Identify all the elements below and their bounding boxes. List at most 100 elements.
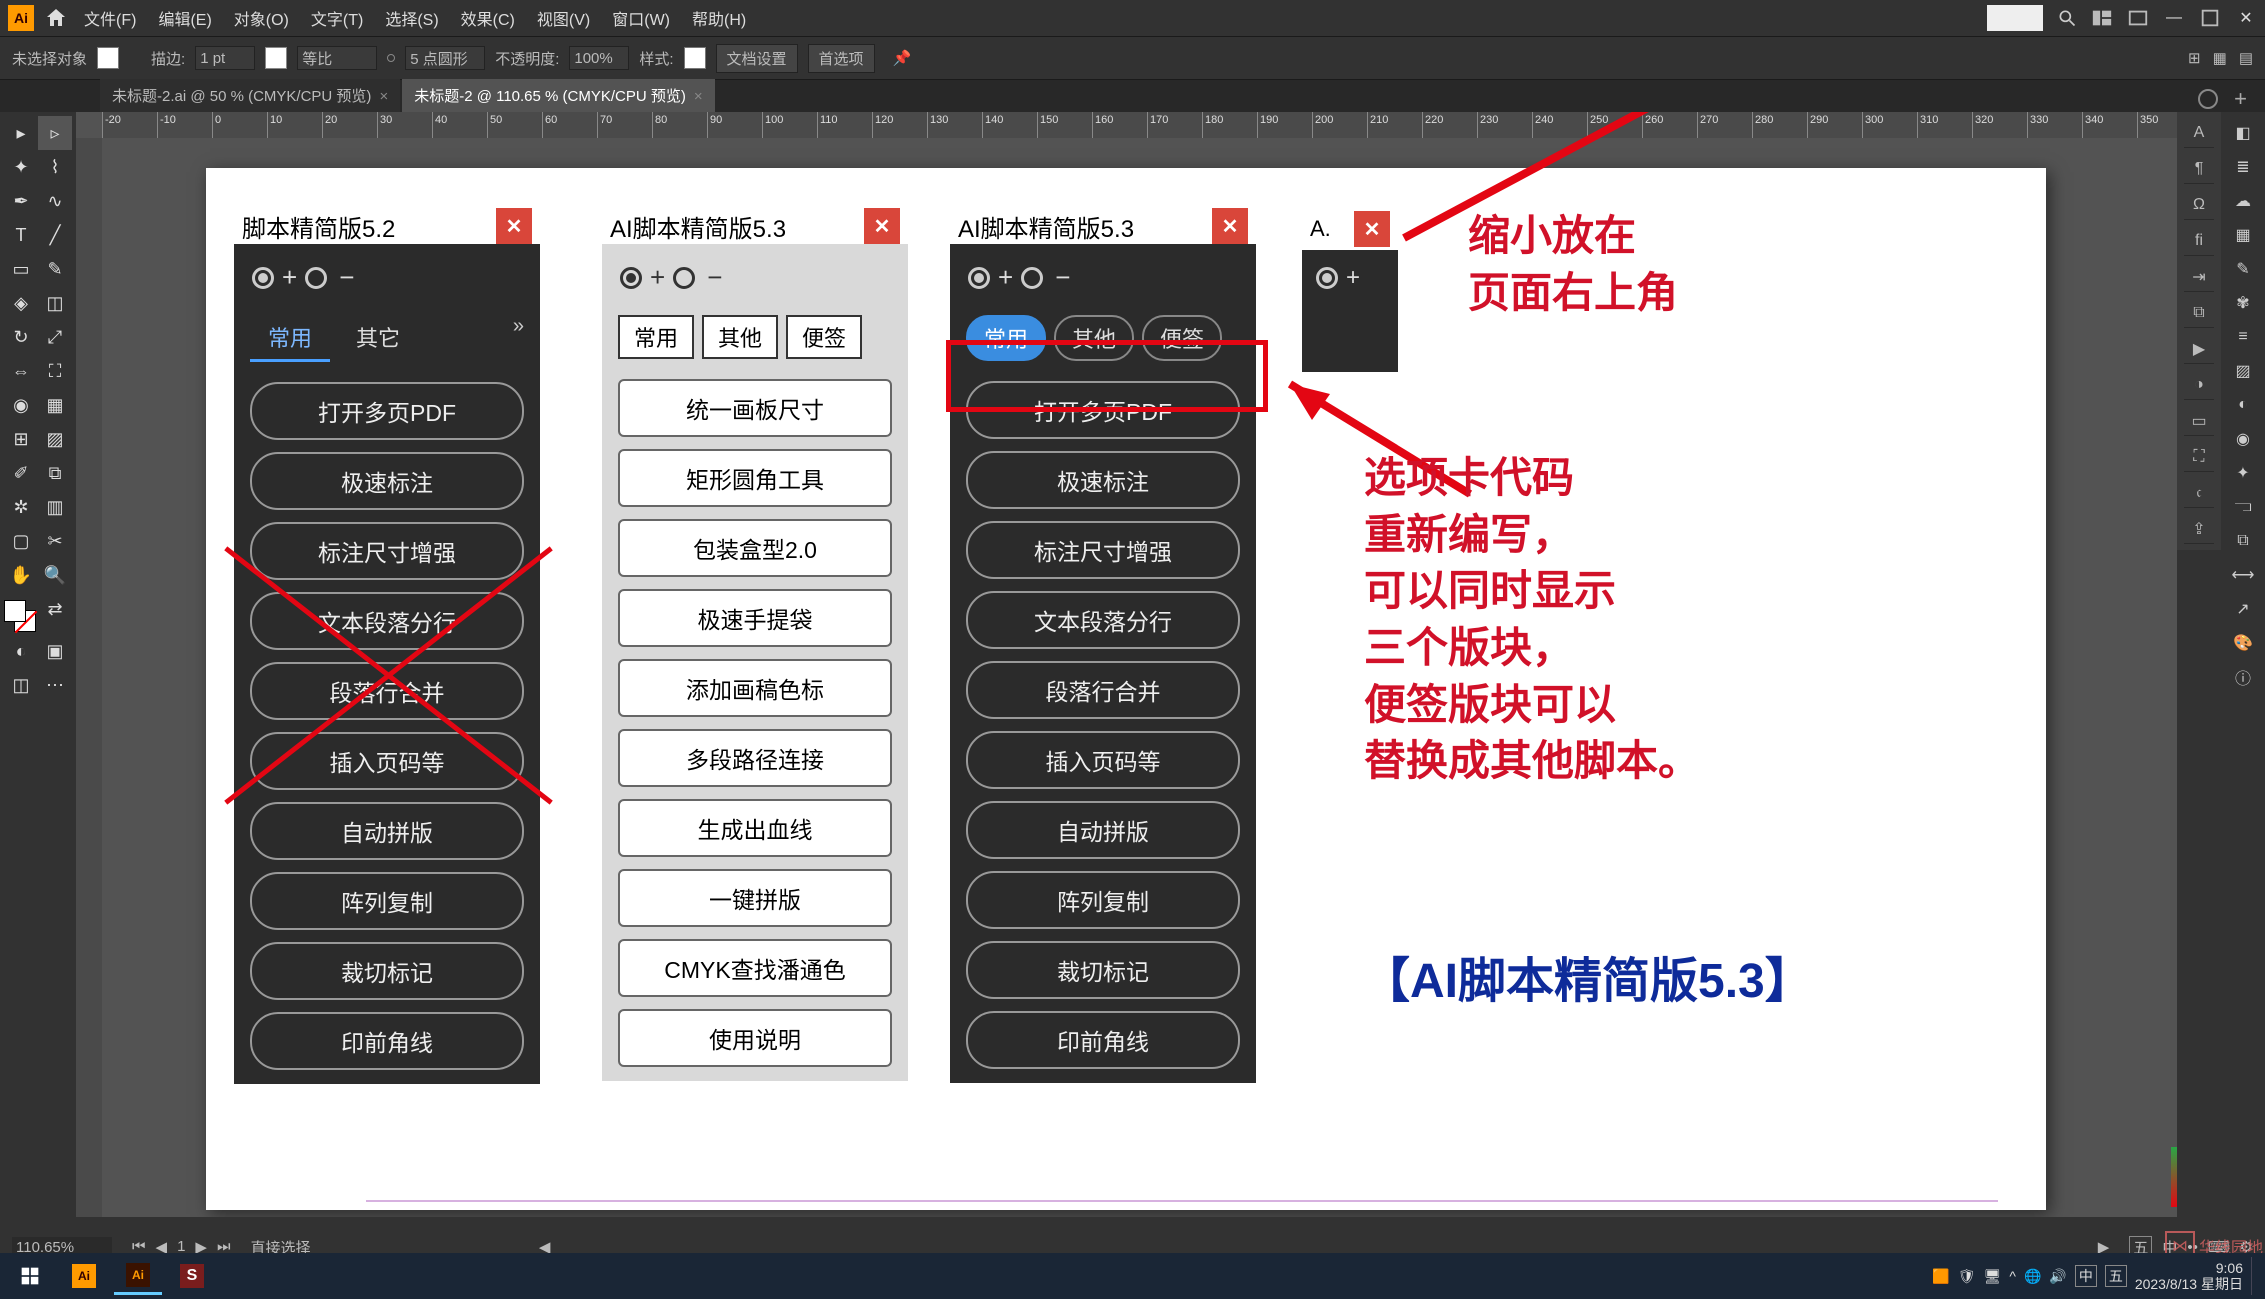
menu-file[interactable]: 文件(F) <box>78 6 142 30</box>
script-button[interactable]: 插入页码等 <box>966 731 1240 789</box>
mesh-tool[interactable]: ⊞ <box>4 422 38 456</box>
script-button[interactable]: 段落行合并 <box>966 661 1240 719</box>
style-swatch[interactable] <box>684 47 706 69</box>
tab-common[interactable]: 常用 <box>250 315 330 362</box>
swap-icon[interactable]: ⇄ <box>38 592 72 626</box>
export-icon[interactable]: ⇪ <box>2184 514 2214 544</box>
script-button[interactable]: 生成出血线 <box>618 799 892 857</box>
tab-other[interactable]: 其他 <box>702 315 778 359</box>
tray-security-icon[interactable]: 🛡 <box>1958 1268 1976 1285</box>
workspace-icon[interactable] <box>2127 7 2149 29</box>
color-mode-icon[interactable]: ◐ <box>4 634 38 668</box>
width-tool[interactable]: ⇔ <box>4 354 38 388</box>
document-setup-button[interactable]: 文档设置 <box>716 44 798 73</box>
radio-on-icon[interactable] <box>620 267 642 289</box>
plus-icon[interactable]: + <box>998 262 1013 293</box>
grid-icon[interactable]: ▤ <box>2239 49 2253 67</box>
tab-close-icon[interactable]: × <box>379 88 388 105</box>
add-icon[interactable]: + <box>2234 86 2247 112</box>
symbols-icon[interactable]: ✾ <box>2228 288 2258 318</box>
properties-icon[interactable]: ◧ <box>2228 118 2258 148</box>
radio-off-icon[interactable] <box>673 267 695 289</box>
stroke-weight-dropdown[interactable]: 1 pt <box>195 46 255 70</box>
radio-on-icon[interactable] <box>252 267 274 289</box>
script-button[interactable]: 阵列复制 <box>250 872 524 930</box>
plus-icon[interactable]: + <box>1346 264 1360 292</box>
perspective-tool[interactable]: ▦ <box>38 388 72 422</box>
screen-mode-icon[interactable]: ▣ <box>38 634 72 668</box>
script-button[interactable]: 印前角线 <box>966 1011 1240 1069</box>
line-tool[interactable]: ╱ <box>38 218 72 252</box>
minus-icon[interactable]: − <box>339 262 354 293</box>
menu-object[interactable]: 对象(O) <box>228 6 295 30</box>
artboards-icon[interactable]: ▭ <box>2184 406 2214 436</box>
transform-icon[interactable]: ⟷ <box>2228 560 2258 590</box>
stroke-swatch[interactable] <box>265 47 287 69</box>
menu-view[interactable]: 视图(V) <box>531 6 596 30</box>
shaper-tool[interactable]: ◈ <box>4 286 38 320</box>
blend-tool[interactable]: ⧉ <box>38 456 72 490</box>
character-icon[interactable]: A <box>2184 118 2214 148</box>
script-button[interactable]: 自动拼版 <box>250 802 524 860</box>
tabs-panel-icon[interactable]: ⇥ <box>2184 262 2214 292</box>
maximize-button[interactable] <box>2199 7 2221 29</box>
plus-icon[interactable]: + <box>650 262 665 293</box>
radio-on-icon[interactable] <box>1316 267 1338 289</box>
draw-mode-icon[interactable]: ◫ <box>4 668 38 702</box>
swatches-icon[interactable]: ▦ <box>2228 220 2258 250</box>
minus-icon[interactable]: − <box>707 262 722 293</box>
tray-ime-2[interactable]: 五 <box>2105 1265 2127 1287</box>
snap-icon[interactable]: ⊞ <box>2188 49 2201 67</box>
selection-tool[interactable]: ▸ <box>4 116 38 150</box>
search-icon[interactable] <box>2057 8 2077 28</box>
document-tab[interactable]: 未标题-2.ai @ 50 % (CMYK/CPU 预览)× <box>100 79 400 112</box>
script-button[interactable]: 印前角线 <box>250 1012 524 1070</box>
script-button[interactable]: 添加画稿色标 <box>618 659 892 717</box>
document-tab[interactable]: 未标题-2 @ 110.65 % (CMYK/CPU 预览)× <box>402 79 714 112</box>
script-button[interactable]: 自动拼版 <box>966 801 1240 859</box>
links-icon[interactable]: ⧉ <box>2184 298 2214 328</box>
graph-tool[interactable]: ▥ <box>38 490 72 524</box>
libraries-icon[interactable]: ☁ <box>2228 186 2258 216</box>
script-button[interactable]: 多段路径连接 <box>618 729 892 787</box>
search-input[interactable] <box>1987 5 2043 31</box>
script-button[interactable]: 统一画板尺寸 <box>618 379 892 437</box>
artboard[interactable]: 脚本精简版5.2 ✕ + − 常用 其它 » 打开多页PDF <box>206 168 2046 1210</box>
curvature-tool[interactable]: ∿ <box>38 184 72 218</box>
panel-close-button[interactable]: ✕ <box>1354 211 1390 247</box>
script-button[interactable]: 裁切标记 <box>966 941 1240 999</box>
script-button[interactable]: 极速标注 <box>966 451 1240 509</box>
align-icon[interactable]: ⫎ <box>2228 492 2258 522</box>
doc-icon[interactable]: ▦ <box>2213 49 2227 67</box>
menu-select[interactable]: 选择(S) <box>379 6 444 30</box>
fill-stroke-swatch[interactable] <box>4 600 38 634</box>
tray-up-icon[interactable]: ^ <box>2009 1268 2016 1284</box>
pin-icon[interactable]: 📌 <box>893 49 912 67</box>
script-button[interactable]: 极速标注 <box>250 452 524 510</box>
chevron-right-icon[interactable]: » <box>513 315 524 362</box>
tray-volume-icon[interactable]: 🔊 <box>2049 1268 2066 1285</box>
paintbrush-tool[interactable]: ✎ <box>38 252 72 286</box>
taskbar-app-ai[interactable]: Ai <box>60 1257 108 1295</box>
menu-window[interactable]: 窗口(W) <box>606 6 676 30</box>
gradient-icon[interactable]: ▨ <box>2228 356 2258 386</box>
glyphs-icon[interactable]: Ω <box>2184 190 2214 220</box>
radio-off-icon[interactable] <box>1021 267 1043 289</box>
minimize-button[interactable]: — <box>2163 7 2185 29</box>
script-button[interactable]: 段落行合并 <box>250 662 524 720</box>
script-button[interactable]: 裁切标记 <box>250 942 524 1000</box>
tab-other[interactable]: 其它 <box>338 315 418 362</box>
direct-selection-tool[interactable]: ▹ <box>38 116 72 150</box>
close-button[interactable]: ✕ <box>2235 7 2257 29</box>
script-button[interactable]: 文本段落分行 <box>966 591 1240 649</box>
asset-export-icon[interactable]: ↗ <box>2228 594 2258 624</box>
fill-swatch[interactable] <box>97 47 119 69</box>
script-button[interactable]: 打开多页PDF <box>250 382 524 440</box>
menu-help[interactable]: 帮助(H) <box>686 6 752 30</box>
css-icon[interactable]: 𝔠 <box>2184 478 2214 508</box>
color-guide-icon[interactable]: ◑ <box>2184 370 2214 400</box>
shape-builder-tool[interactable]: ◉ <box>4 388 38 422</box>
tab-common[interactable]: 常用 <box>618 315 694 359</box>
script-button[interactable]: 包装盒型2.0 <box>618 519 892 577</box>
taskbar-app-ai-2[interactable]: Ai <box>114 1257 162 1295</box>
